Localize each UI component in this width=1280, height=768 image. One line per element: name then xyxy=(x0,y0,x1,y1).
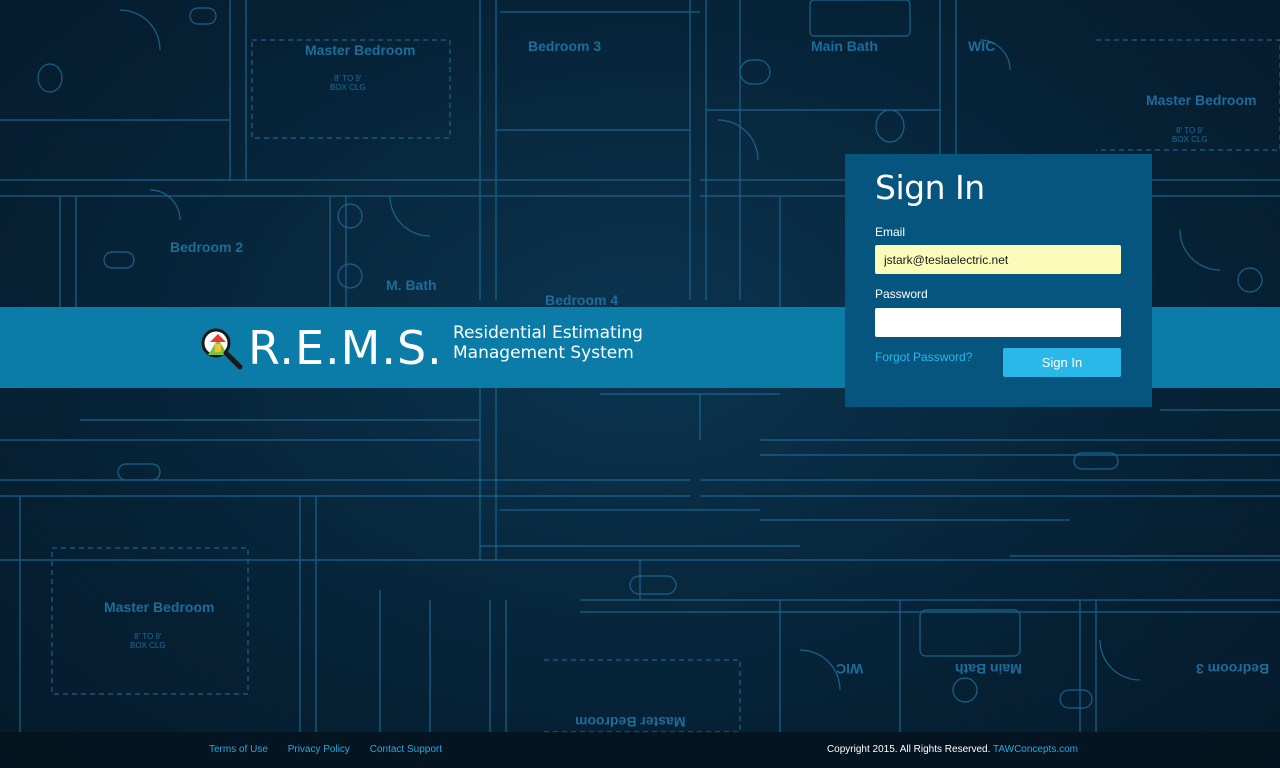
bp-room-note: 8' TO 9' BOX CLG xyxy=(130,632,166,650)
copyright-text: Copyright 2015. All Rights Reserved. xyxy=(826,744,991,755)
signin-title: Sign In xyxy=(875,168,985,207)
bp-room-note: 8' TO 9' BOX CLG xyxy=(1172,126,1208,144)
bp-room-label: Master Bedroom xyxy=(575,714,686,730)
privacy-policy-link[interactable]: Privacy Policy xyxy=(288,744,350,755)
bp-room-label: Bedroom 3 xyxy=(1196,661,1270,677)
footer-copyright: Copyright 2015. All Rights Reserved. TAW… xyxy=(827,744,1078,755)
footer: Terms of Use Privacy Policy Contact Supp… xyxy=(0,732,1280,768)
bp-room-label: WIC xyxy=(968,38,996,54)
brand-logo: R.E.M.S. xyxy=(198,318,443,378)
email-field[interactable] xyxy=(875,245,1121,274)
bp-room-label: M. Bath xyxy=(386,277,437,293)
bp-room-label: Bedroom 4 xyxy=(545,292,619,308)
sign-in-button[interactable]: Sign In xyxy=(1003,348,1121,377)
brand-name: R.E.M.S. xyxy=(248,321,443,375)
bp-room-label: Bedroom 3 xyxy=(528,38,602,54)
bp-room-label: Master Bedroom xyxy=(1146,92,1257,108)
brand-subtitle-line2: Management System xyxy=(453,343,634,363)
password-field[interactable] xyxy=(875,308,1121,337)
bp-room-label: WIC xyxy=(836,661,864,677)
magnifier-house-icon xyxy=(201,328,243,370)
bp-room-label: Master Bedroom xyxy=(305,42,416,58)
email-label: Email xyxy=(875,225,906,239)
bp-room-label: Main Bath xyxy=(955,661,1022,677)
password-label: Password xyxy=(875,287,928,301)
bp-room-note: 8' TO 9' BOX CLG xyxy=(330,74,366,92)
contact-support-link[interactable]: Contact Support xyxy=(370,744,442,755)
bp-room-label: Bedroom 2 xyxy=(170,239,244,255)
footer-links: Terms of Use Privacy Policy Contact Supp… xyxy=(209,744,459,755)
brand-subtitle-line1: Residential Estimating xyxy=(453,323,643,343)
signin-panel: Sign In Email Password Forgot Password? … xyxy=(845,154,1152,407)
company-link[interactable]: TAWConcepts.com xyxy=(993,744,1078,755)
bp-room-label: Main Bath xyxy=(811,38,878,54)
bp-room-label: Master Bedroom xyxy=(104,599,215,615)
terms-of-use-link[interactable]: Terms of Use xyxy=(209,744,268,755)
forgot-password-link[interactable]: Forgot Password? xyxy=(875,350,972,364)
brand-subtitle: Residential Estimating Management System xyxy=(453,323,643,363)
